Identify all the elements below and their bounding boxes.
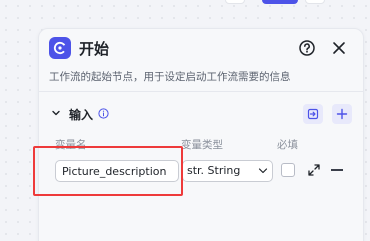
- expand-icon[interactable]: [307, 163, 321, 177]
- divider: [39, 91, 363, 92]
- chevron-down-icon: [258, 168, 268, 174]
- import-button[interactable]: [303, 104, 323, 124]
- remove-row-icon[interactable]: [331, 169, 343, 171]
- add-input-button[interactable]: [332, 104, 352, 124]
- node-title: 开始: [79, 40, 110, 58]
- column-header-type: 变量类型: [181, 139, 223, 151]
- info-icon[interactable]: [98, 108, 109, 119]
- column-header-required: 必填: [277, 139, 298, 151]
- chevron-down-icon[interactable]: [51, 108, 61, 118]
- primary-toolbar-button[interactable]: [262, 0, 298, 4]
- variable-type-value: str. String: [187, 164, 241, 177]
- node-description: 工作流的起始节点，用于设定启动工作流需要的信息: [49, 71, 291, 83]
- variable-name-input[interactable]: [55, 160, 179, 182]
- import-icon: [307, 108, 319, 120]
- variable-type-select[interactable]: str. String: [182, 160, 273, 182]
- close-icon[interactable]: [330, 39, 348, 57]
- help-icon[interactable]: [298, 39, 316, 57]
- toolbar-button-secondary[interactable]: [305, 0, 325, 4]
- start-node-panel: 开始 工作流的起始节点，用于设定启动工作流需要的信息 输入 变量名 变量类型 必…: [38, 28, 364, 241]
- required-checkbox[interactable]: [281, 163, 295, 177]
- start-node-icon: [49, 37, 71, 59]
- toolbar-button[interactable]: [225, 0, 245, 4]
- input-section-title: 输入: [69, 108, 94, 122]
- panel-header: 开始: [39, 29, 363, 67]
- column-header-name: 变量名: [55, 139, 87, 151]
- plus-icon: [336, 108, 348, 120]
